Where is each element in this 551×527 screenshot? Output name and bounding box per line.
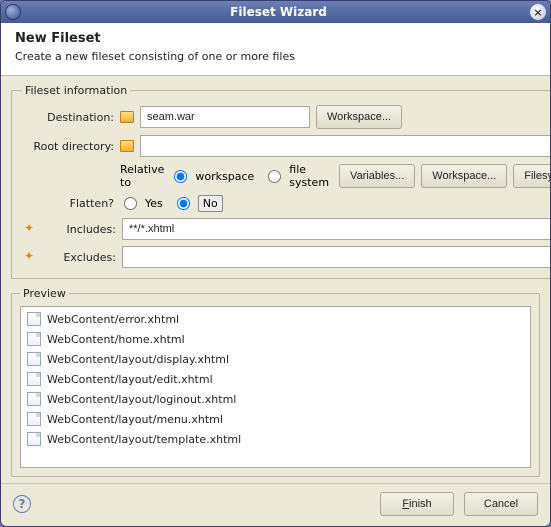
rootdir-label: Root directory: <box>22 140 114 153</box>
flatten-no-label: No <box>198 195 223 212</box>
includes-label: Includes: <box>42 223 116 236</box>
list-item[interactable]: WebContent/error.xhtml <box>23 309 528 329</box>
flatten-row: Flatten? Yes No <box>22 195 550 212</box>
workspace2-button[interactable]: Workspace... <box>421 164 507 188</box>
close-icon[interactable]: × <box>530 4 546 20</box>
excludes-icon: ✦ <box>22 250 36 264</box>
file-icon <box>27 352 41 366</box>
includes-row: ✦ Includes: <box>22 218 550 240</box>
relative-row: Relative to workspace file system Variab… <box>22 163 550 189</box>
list-item[interactable]: WebContent/layout/loginout.xhtml <box>23 389 528 409</box>
preview-list[interactable]: WebContent/error.xhtml WebContent/home.x… <box>20 306 531 468</box>
wizard-footer: ? Finish Cancel <box>1 483 550 526</box>
fileset-info-legend: Fileset information <box>22 84 130 97</box>
app-icon <box>5 4 21 20</box>
folder-icon <box>120 111 134 123</box>
filesystem-button[interactable]: Filesystem... <box>513 164 550 188</box>
variables-button[interactable]: Variables... <box>339 164 415 188</box>
excludes-input[interactable] <box>122 246 550 268</box>
titlebar: Fileset Wizard × <box>1 1 550 23</box>
relative-workspace-label: workspace <box>195 170 254 183</box>
preview-group: Preview WebContent/error.xhtml WebConten… <box>11 287 540 477</box>
relative-label: Relative to <box>120 163 164 189</box>
page-subtitle: Create a new fileset consisting of one o… <box>15 50 536 63</box>
relative-filesystem-label: file system <box>289 163 329 189</box>
finish-button[interactable]: Finish <box>380 492 454 516</box>
excludes-row: ✦ Excludes: <box>22 246 550 268</box>
file-icon <box>27 372 41 386</box>
list-item[interactable]: WebContent/layout/edit.xhtml <box>23 369 528 389</box>
rootdir-row: Root directory: <box>22 135 550 157</box>
list-item[interactable]: WebContent/home.xhtml <box>23 329 528 349</box>
rootdir-input[interactable] <box>140 135 550 157</box>
preview-legend: Preview <box>20 287 69 300</box>
flatten-yes-radio[interactable] <box>124 197 137 210</box>
includes-input[interactable] <box>122 218 550 240</box>
wizard-body: Fileset information Destination: Workspa… <box>1 76 550 483</box>
relative-workspace-radio[interactable] <box>174 170 187 183</box>
page-title: New Fileset <box>15 31 536 46</box>
includes-icon: ✦ <box>22 222 36 236</box>
window-title: Fileset Wizard <box>27 5 530 19</box>
destination-label: Destination: <box>22 111 114 124</box>
file-icon <box>27 332 41 346</box>
wizard-header: New Fileset Create a new fileset consist… <box>1 23 550 76</box>
file-icon <box>27 312 41 326</box>
help-icon[interactable]: ? <box>13 495 31 513</box>
flatten-no-radio[interactable] <box>177 197 190 210</box>
file-icon <box>27 432 41 446</box>
list-item[interactable]: WebContent/layout/template.xhtml <box>23 429 528 449</box>
excludes-label: Excludes: <box>42 251 116 264</box>
wizard-window: Fileset Wizard × New Fileset Create a ne… <box>0 0 551 527</box>
destination-row: Destination: Workspace... <box>22 105 550 129</box>
list-item[interactable]: WebContent/layout/menu.xhtml <box>23 409 528 429</box>
file-icon <box>27 412 41 426</box>
finish-rest: inish <box>409 498 432 510</box>
file-icon <box>27 392 41 406</box>
destination-input[interactable] <box>140 106 310 128</box>
open-folder-icon <box>120 140 134 152</box>
workspace-button[interactable]: Workspace... <box>316 105 402 129</box>
flatten-label: Flatten? <box>22 197 114 210</box>
fileset-info-group: Fileset information Destination: Workspa… <box>11 84 550 279</box>
flatten-yes-label: Yes <box>145 197 163 210</box>
list-item[interactable]: WebContent/layout/display.xhtml <box>23 349 528 369</box>
relative-filesystem-radio[interactable] <box>268 170 281 183</box>
cancel-button[interactable]: Cancel <box>464 492 538 516</box>
